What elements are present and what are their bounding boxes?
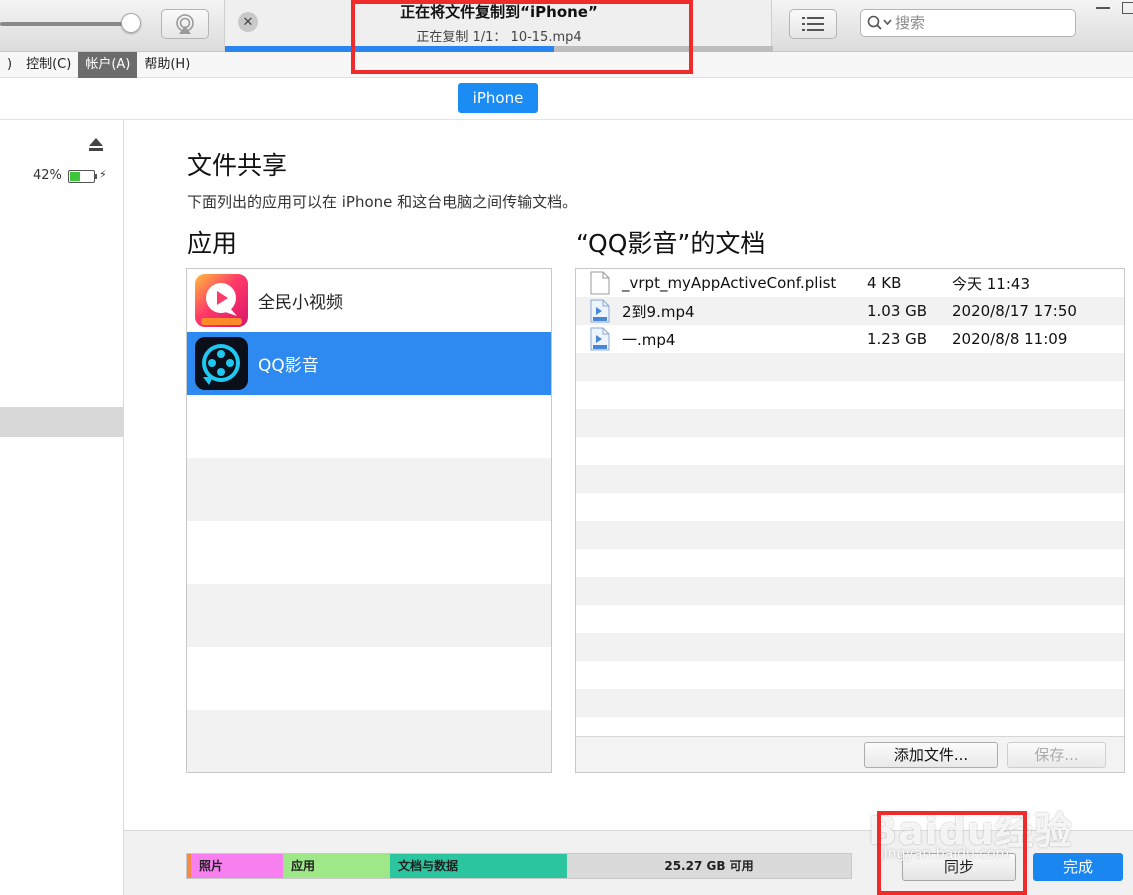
quanmin-video-app-icon (195, 274, 248, 327)
empty-row (576, 409, 1124, 437)
empty-row (187, 458, 551, 521)
battery-level-fill (70, 172, 80, 181)
window-maximize-button[interactable] (1122, 2, 1133, 14)
menu-item-partial[interactable]: ) (0, 52, 19, 78)
empty-row (576, 521, 1124, 549)
mp4-file-icon (590, 327, 610, 351)
sidebar-item-file-sharing[interactable] (0, 407, 123, 437)
empty-row (576, 465, 1124, 493)
document-date: 2020/8/17 17:50 (952, 302, 1077, 320)
battery-percent: 42% (33, 168, 62, 183)
empty-row (576, 577, 1124, 605)
transfer-status: 正在复制 1/1： 10-15.mp4 (416, 30, 582, 45)
empty-row (576, 661, 1124, 689)
volume-slider-handle[interactable] (121, 13, 141, 33)
up-next-list-button[interactable] (789, 9, 837, 39)
toolbar: ✕ 正在将文件复制到“iPhone” 正在复制 1/1： 10-15.mp4 (0, 0, 1133, 52)
app-row-quanmin[interactable]: 全民小视频 (187, 269, 551, 332)
documents-list: _vrpt_myAppActiveConf.plist 4 KB 今天 11:4… (575, 268, 1125, 773)
document-date: 今天 11:43 (952, 274, 1030, 293)
empty-row (187, 395, 551, 458)
battery-tip (95, 174, 97, 179)
empty-row (576, 353, 1124, 381)
device-header: iPhone (0, 78, 1133, 120)
menu-bar: ) 控制(C) 帐户(A) 帮助(H) (0, 51, 1133, 78)
done-button[interactable]: 完成 (1033, 853, 1123, 881)
battery-icon (68, 170, 95, 183)
empty-row (576, 549, 1124, 577)
storage-free-segment: 25.27 GB 可用 (567, 854, 851, 878)
sidebar: 42% ⚡ (0, 120, 124, 895)
menu-item-controls[interactable]: 控制(C) (19, 52, 78, 78)
storage-bar: 照片 应用 文档与数据 25.27 GB 可用 (186, 853, 852, 879)
empty-row (576, 493, 1124, 521)
qq-player-app-icon (195, 337, 248, 390)
apps-list: 全民小视频 QQ影音 (186, 268, 552, 773)
add-file-button[interactable]: 添加文件... (864, 742, 998, 768)
storage-docs-segment: 文档与数据 (390, 854, 567, 878)
document-name: _vrpt_myAppActiveConf.plist (622, 274, 837, 292)
plist-file-icon (590, 271, 610, 295)
search-box[interactable] (860, 9, 1076, 37)
document-date: 2020/8/8 11:09 (952, 330, 1068, 348)
menu-item-account[interactable]: 帐户(A) (78, 51, 138, 78)
empty-row (576, 689, 1124, 717)
document-size: 4 KB (867, 274, 902, 292)
eject-icon[interactable] (89, 138, 103, 151)
document-size: 1.23 GB (867, 330, 928, 348)
list-icon (802, 17, 824, 31)
search-input[interactable] (895, 14, 1065, 32)
empty-row (187, 521, 551, 584)
baidu-watermark-url: jingyan.baidu.com (880, 846, 1010, 862)
play-bubble-icon (201, 283, 242, 325)
window-minimize-button[interactable] (1096, 7, 1110, 9)
empty-row (576, 633, 1124, 661)
app-name: 全民小视频 (258, 293, 343, 313)
device-iphone-button[interactable]: iPhone (458, 83, 538, 113)
storage-apps-segment: 应用 (283, 854, 390, 878)
charging-icon: ⚡ (99, 168, 107, 181)
app-name: QQ影音 (258, 356, 319, 376)
mp4-file-icon (590, 299, 610, 323)
airplay-button[interactable] (161, 9, 209, 39)
empty-row (187, 647, 551, 710)
document-name: 一.mp4 (622, 330, 676, 349)
transfer-status-display: ✕ 正在将文件复制到“iPhone” 正在复制 1/1： 10-15.mp4 (224, 0, 773, 52)
documents-footer: 添加文件... 保存... (576, 736, 1124, 772)
save-button[interactable]: 保存... (1007, 742, 1106, 768)
document-size: 1.03 GB (867, 302, 928, 320)
empty-row (576, 437, 1124, 465)
volume-slider-track[interactable] (0, 22, 132, 26)
document-row[interactable]: 一.mp4 1.23 GB 2020/8/8 11:09 (576, 325, 1124, 353)
document-row[interactable]: 2到9.mp4 1.03 GB 2020/8/17 17:50 (576, 297, 1124, 325)
airplay-icon (176, 14, 194, 34)
page-title: 文件共享 (187, 151, 288, 180)
empty-row (576, 605, 1124, 633)
empty-row (576, 381, 1124, 409)
documents-rows: _vrpt_myAppActiveConf.plist 4 KB 今天 11:4… (576, 269, 1124, 745)
document-row[interactable]: _vrpt_myAppActiveConf.plist 4 KB 今天 11:4… (576, 269, 1124, 297)
document-name: 2到9.mp4 (622, 302, 695, 321)
empty-row (187, 710, 551, 772)
app-row-qq-player[interactable]: QQ影音 (187, 332, 551, 395)
search-icon (867, 15, 892, 30)
menu-item-help[interactable]: 帮助(H) (137, 52, 197, 78)
empty-row (187, 584, 551, 647)
apps-heading: 应用 (187, 229, 238, 258)
storage-photos-segment: 照片 (191, 854, 283, 878)
documents-heading: “QQ影音”的文档 (576, 229, 766, 258)
page-description: 下面列出的应用可以在 iPhone 和这台电脑之间传输文档。 (187, 193, 578, 211)
transfer-title: 正在将文件复制到“iPhone” (400, 3, 598, 21)
film-reel-icon (202, 344, 240, 385)
